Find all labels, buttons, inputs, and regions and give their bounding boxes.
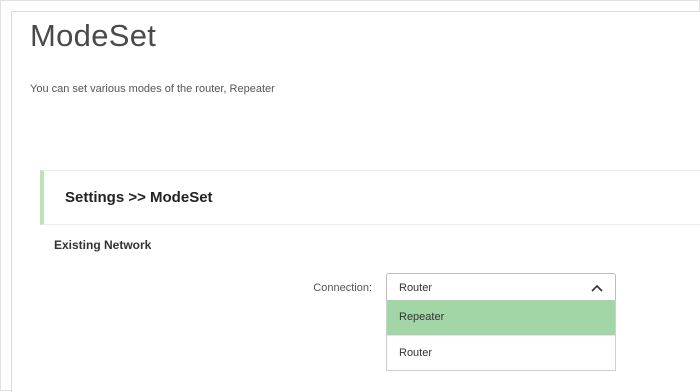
section-header: Settings >> ModeSet bbox=[40, 170, 700, 225]
connection-selected-value: Router bbox=[399, 282, 433, 294]
connection-option-router[interactable]: Router bbox=[387, 335, 615, 370]
chevron-up-icon bbox=[591, 284, 603, 292]
page-title: ModeSet bbox=[30, 18, 157, 53]
connection-option-repeater[interactable]: Repeater bbox=[387, 300, 615, 335]
connection-label: Connection: bbox=[313, 282, 372, 294]
connection-dropdown-menu: Repeater Router bbox=[386, 300, 616, 371]
section-title: Settings >> ModeSet bbox=[65, 189, 213, 206]
page-description: You can set various modes of the router,… bbox=[30, 83, 275, 95]
subsection-title: Existing Network bbox=[54, 238, 152, 252]
connection-select[interactable]: Router bbox=[386, 273, 616, 300]
